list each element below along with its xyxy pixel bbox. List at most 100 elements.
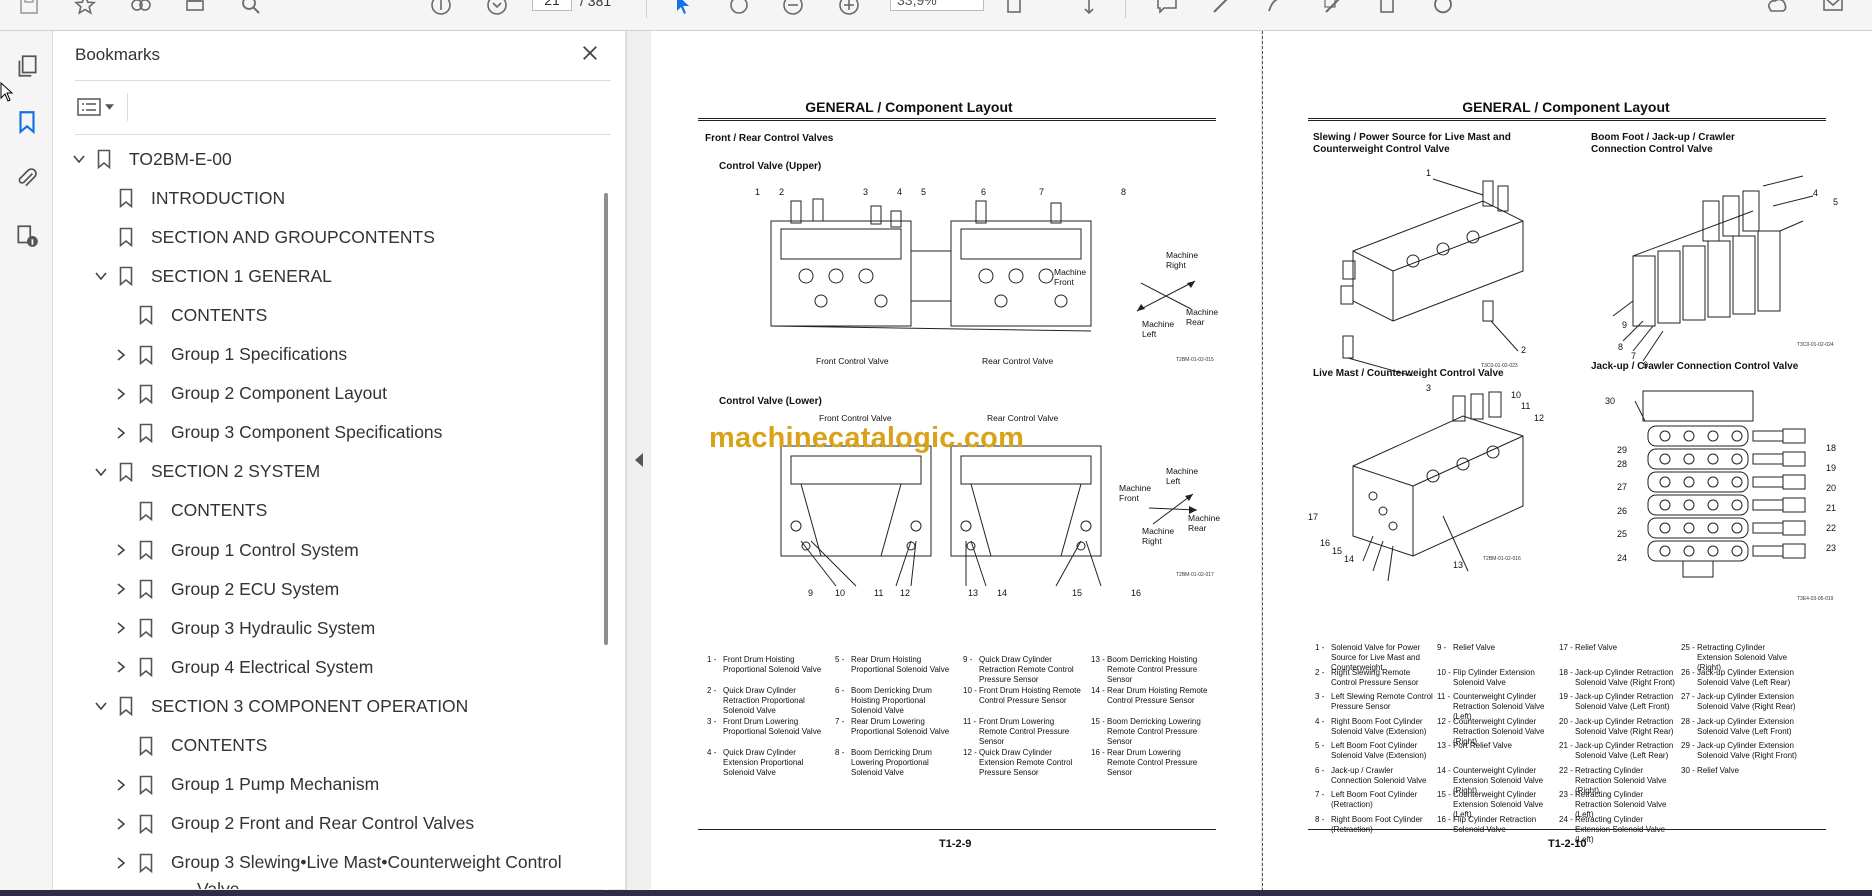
direction-label: Machine Left	[1142, 319, 1175, 339]
callout: 5	[1833, 197, 1839, 207]
chevron-right-icon[interactable]	[113, 620, 129, 636]
edit-icon[interactable]	[1320, 0, 1346, 18]
bookmark-item[interactable]: CONTENTS	[113, 495, 267, 527]
bookmark-item[interactable]: CONTENTS	[113, 730, 267, 762]
scroll-mode-icon[interactable]	[1076, 0, 1102, 18]
bookmark-item[interactable]: INTRODUCTION	[93, 182, 285, 214]
page-fit-icon[interactable]	[1002, 0, 1028, 18]
figure-code: T2BM-01-02-016	[1483, 556, 1521, 562]
callout: 21	[1826, 503, 1837, 513]
share-icon[interactable]	[128, 0, 154, 18]
bookmark-item[interactable]: SECTION 3 COMPONENT OPERATION	[93, 690, 468, 722]
callout: 23	[1826, 543, 1837, 553]
callout: 12	[900, 588, 911, 598]
legend-number: 8 -	[1315, 814, 1325, 824]
bookmark-item[interactable]: SECTION 1 GENERAL	[93, 260, 332, 292]
panel-divider	[75, 80, 611, 81]
bookmark-options-button[interactable]	[77, 93, 123, 121]
attachment-icon[interactable]	[12, 163, 42, 193]
mail-icon[interactable]	[1820, 0, 1846, 18]
next-page-icon[interactable]	[484, 0, 510, 18]
chevron-right-icon[interactable]	[113, 855, 129, 871]
bookmark-item[interactable]: Group 3 Component Specifications	[113, 417, 442, 449]
chevron-right-icon[interactable]	[113, 542, 129, 558]
bookmark-item[interactable]: Group 2 Front and Rear Control Valves	[113, 808, 474, 840]
legend-entry: 9 - Relief Valve	[1437, 643, 1557, 653]
callout: 2	[1521, 345, 1527, 355]
bookmark-item[interactable]: Group 2 ECU System	[113, 573, 339, 605]
callout: 27	[1617, 482, 1628, 492]
legend-number: 4 -	[707, 748, 717, 757]
legend-entry: 30 - Relief Valve	[1681, 766, 1801, 776]
chevron-down-icon[interactable]	[71, 151, 87, 167]
select-cursor-icon[interactable]	[670, 0, 696, 18]
callout: 1	[1426, 168, 1432, 178]
bookmark-item[interactable]: SECTION AND GROUPCONTENTS	[93, 221, 435, 253]
zoom-out-icon[interactable]	[780, 0, 806, 18]
chevron-right-icon[interactable]	[113, 659, 129, 675]
legend-entry: 14 - Rear Drum Hoisting Remote Control Pr…	[1091, 686, 1211, 706]
bookmark-item[interactable]: Group 4 Electrical System	[113, 651, 373, 683]
legend-entry: 5 - Rear Drum Hoisting Proportional Solen…	[835, 655, 955, 675]
bookmark-icon[interactable]	[12, 107, 42, 137]
chevron-right-icon[interactable]	[113, 425, 129, 441]
legend-number: 20 -	[1559, 716, 1573, 726]
chevron-right-icon[interactable]	[113, 777, 129, 793]
zoom-in-icon[interactable]	[836, 0, 862, 18]
callout: 10	[1511, 390, 1522, 400]
callout: 9	[1622, 320, 1628, 330]
page-number-input[interactable]: 21	[532, 0, 572, 11]
chevron-right-icon[interactable]	[113, 816, 129, 832]
legend-number: 8 -	[835, 748, 845, 757]
bookmark-label: Valve	[197, 879, 239, 889]
legend-text: Relief Valve	[1697, 765, 1740, 775]
bookmark-label: SECTION 2 SYSTEM	[151, 461, 321, 482]
callout: 25	[1617, 529, 1628, 539]
save-icon[interactable]	[16, 0, 42, 18]
bookmark-item[interactable]: Group 1 Specifications	[113, 339, 347, 371]
print-icon[interactable]	[182, 0, 208, 18]
previous-page-icon[interactable]	[428, 0, 454, 18]
highlight-icon[interactable]	[1208, 0, 1234, 18]
comment-icon[interactable]	[1154, 0, 1180, 18]
star-icon[interactable]	[72, 0, 98, 18]
bookmark-item[interactable]: Group 1 Pump Mechanism	[113, 769, 379, 801]
chevron-down-icon[interactable]	[93, 464, 109, 480]
chevron-right-icon[interactable]	[113, 581, 129, 597]
bookmarks-panel-title: Bookmarks	[75, 45, 161, 64]
bookmark-icon	[139, 736, 153, 756]
page-thumbnails-icon[interactable]	[12, 51, 42, 81]
chevron-down-icon[interactable]	[93, 698, 109, 714]
legend-number: 15 -	[1437, 790, 1451, 799]
callout: 13	[1453, 560, 1464, 570]
bookmark-item[interactable]: TO2BM-E-00	[71, 143, 232, 175]
delete-icon[interactable]	[1374, 0, 1400, 18]
callout: 11	[1521, 401, 1531, 411]
legend-text: Right Slewing Remote Control Pressure Se…	[1331, 667, 1419, 687]
chevron-right-icon[interactable]	[113, 386, 129, 402]
bookmark-item[interactable]: CONTENTS	[113, 299, 267, 331]
bookmark-label: SECTION 1 GENERAL	[151, 265, 332, 286]
draw-icon[interactable]	[1264, 0, 1290, 18]
hand-tool-icon[interactable]	[726, 0, 752, 18]
cloud-user-icon[interactable]	[1764, 0, 1790, 18]
rotate-icon[interactable]	[1430, 0, 1456, 18]
bookmark-item[interactable]: SECTION 2 SYSTEM	[93, 456, 320, 488]
search-icon[interactable]	[238, 0, 264, 18]
slewing-control-valve-diagram	[1340, 178, 1524, 376]
document-info-icon[interactable]	[12, 221, 42, 251]
legend-entry: 6 - Boom Derricking Drum Hoisting Proport…	[835, 686, 955, 716]
legend-number: 28 -	[1681, 716, 1695, 726]
panel-splitter[interactable]	[626, 31, 652, 891]
bookmark-item[interactable]: Group 2 Component Layout	[113, 378, 387, 410]
close-panel-button[interactable]	[577, 40, 603, 66]
legend-text: Relief Valve	[1453, 643, 1496, 652]
bookmark-item[interactable]: Group 1 Control System	[113, 534, 359, 566]
bookmark-item[interactable]: Group 3 Hydraulic System	[113, 612, 375, 644]
chevron-down-icon[interactable]	[93, 268, 109, 284]
chevron-right-icon[interactable]	[113, 347, 129, 363]
zoom-level-select[interactable]: 33,9%	[890, 0, 984, 11]
panel-divider	[75, 134, 611, 135]
bookmark-item[interactable]: Valve	[171, 874, 239, 889]
scrollbar-thumb[interactable]	[604, 193, 608, 645]
